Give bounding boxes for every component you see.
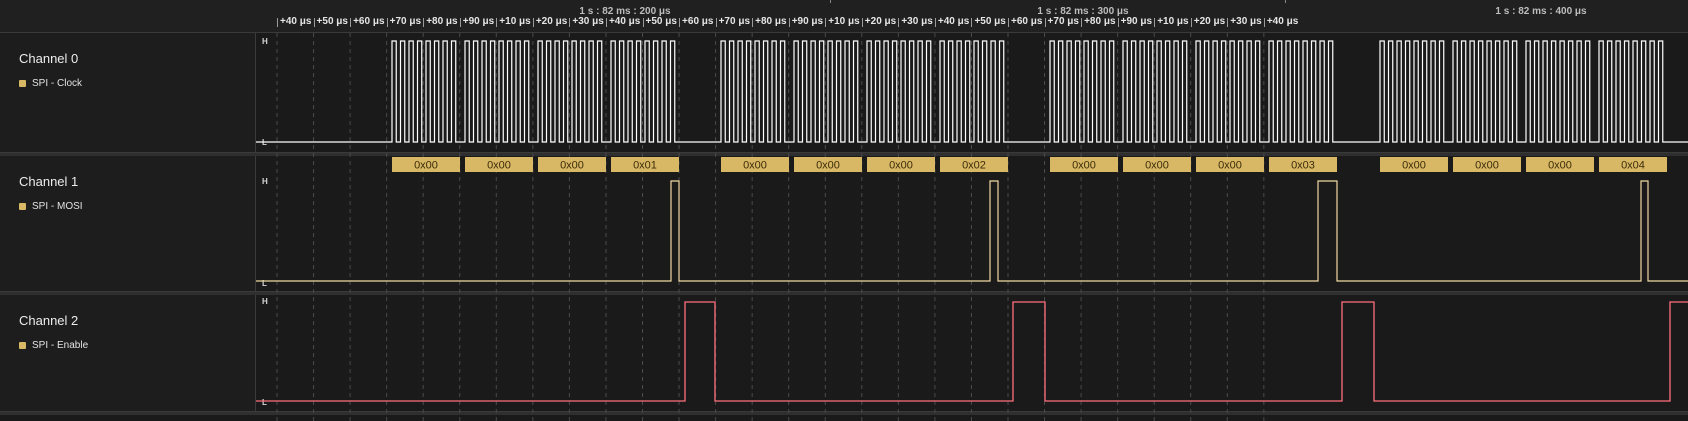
ruler-marker [1285, 0, 1286, 3]
ruler-marker [830, 0, 831, 3]
decoded-byte-label: 0x04 [1621, 160, 1645, 172]
channel-name: Channel 2 [19, 313, 79, 328]
ruler-tick-label: +80 μs [1081, 16, 1116, 27]
analyzer-color-swatch [19, 203, 26, 210]
ruler-tick-label: +90 μs [788, 16, 823, 27]
ruler-tick-label: +30 μs [569, 16, 604, 27]
enable-trace [256, 301, 1688, 402]
decoded-byte-label: 0x01 [633, 160, 657, 172]
decoded-byte-label: 0x00 [816, 160, 840, 172]
ruler-tick-label: +40 μs [934, 16, 969, 27]
ruler-tick-label: +40 μs [1263, 16, 1298, 27]
ruler-tick-label: +10 μs [825, 16, 860, 27]
decoded-byte-label: 0x00 [414, 160, 438, 172]
decoded-byte-label: 0x00 [487, 160, 511, 172]
ruler-tick-label: +80 μs [752, 16, 787, 27]
ruler-absolute-time: 1 s : 82 ms : 200 μs [579, 6, 671, 17]
ruler-tick-label: +40 μs [277, 16, 311, 27]
decoded-byte-label: 0x00 [889, 160, 913, 172]
channel-2-header[interactable]: Channel 2 SPI - Enable [0, 295, 256, 413]
decoded-byte-label: 0x03 [1291, 160, 1315, 172]
ruler-tick-label: +50 μs [642, 16, 677, 27]
ruler-tick-label: +70 μs [386, 16, 421, 27]
channel-1-header[interactable]: Channel 1 SPI - MOSI [0, 156, 256, 292]
ruler-tick-label: +60 μs [1008, 16, 1042, 27]
decoded-byte-label: 0x00 [1072, 160, 1096, 172]
decoded-byte-label: 0x00 [1402, 160, 1426, 172]
analyzer-label[interactable]: SPI - Enable [19, 340, 88, 351]
analyzer-color-swatch [19, 80, 26, 87]
ruler-tick-label: +50 μs [971, 16, 1006, 27]
ruler-tick-label: +30 μs [898, 16, 933, 27]
mosi-trace [256, 180, 1688, 282]
ruler-tick-label: +60 μs [350, 16, 385, 27]
analyzer-name: SPI - Enable [32, 340, 89, 351]
ruler-tick-label: +60 μs [679, 16, 713, 27]
channel-0-header[interactable]: Channel 0 SPI - Clock [0, 33, 256, 153]
analyzer-name: SPI - Clock [32, 78, 83, 89]
decoded-byte-label: 0x02 [962, 160, 986, 172]
ruler-tick-label: +40 μs [605, 16, 640, 27]
channel-name: Channel 0 [19, 51, 79, 66]
ruler-tick-label: +90 μs [1117, 16, 1152, 27]
analyzer-color-swatch [19, 342, 26, 349]
decoded-byte-label: 0x00 [560, 160, 584, 172]
analyzer-name: SPI - MOSI [32, 201, 83, 212]
time-ruler[interactable]: +40 μs +50 μs +60 μs +70 μs +80 μs +90 μs +10 … [256, 0, 1688, 33]
ruler-absolute-time: 1 s : 82 ms : 400 μs [1495, 6, 1587, 17]
ruler-tick-label: +10 μs [496, 16, 531, 27]
ruler-tick-label: +30 μs [1227, 16, 1262, 27]
clock-trace [256, 40, 1688, 143]
decoded-byte-label: 0x00 [743, 160, 767, 172]
decoded-byte-label: 0x00 [1548, 160, 1572, 172]
ruler-tick-label: +80 μs [423, 16, 458, 27]
ruler-tick-label: +90 μs [459, 16, 494, 27]
decoded-byte-label: 0x00 [1475, 160, 1499, 172]
ruler-tick-label: +70 μs [715, 16, 750, 27]
ruler-corner: s [0, 0, 264, 33]
channel-name: Channel 1 [19, 174, 79, 189]
ruler-tick-label: +20 μs [532, 16, 567, 27]
decoded-byte-label: 0x00 [1145, 160, 1169, 172]
ruler-tick-label: +70 μs [1044, 16, 1079, 27]
ruler-tick-label: +10 μs [1154, 16, 1189, 27]
ruler-tick-label: +20 μs [861, 16, 896, 27]
ruler-tick-label: +20 μs [1190, 16, 1225, 27]
analyzer-label[interactable]: SPI - MOSI [19, 201, 83, 212]
ruler-absolute-time: 1 s : 82 ms : 300 μs [1037, 6, 1129, 17]
ruler-tick-label: +50 μs [313, 16, 348, 27]
decoded-byte-label: 0x00 [1218, 160, 1242, 172]
waveform-area[interactable]: 0x00 0x00 0x00 0x01 0x00 0x00 0x00 0x02 0x00 0x00… [256, 33, 1688, 421]
analyzer-label[interactable]: SPI - Clock [19, 78, 82, 89]
